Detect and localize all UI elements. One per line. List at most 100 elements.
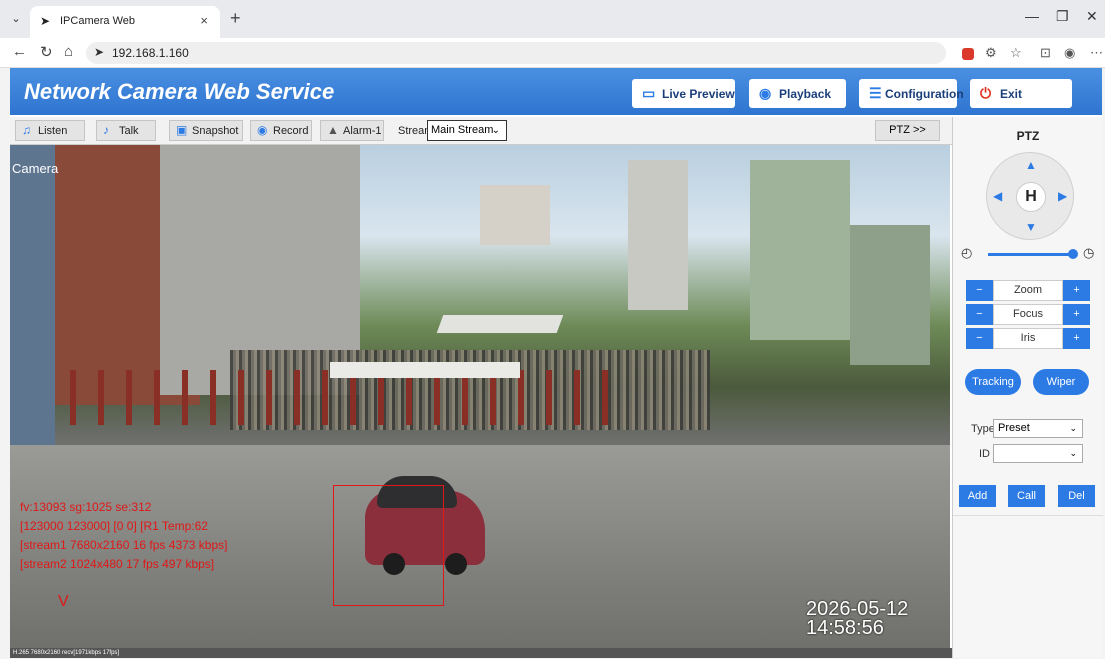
home-icon[interactable]: ⌂	[64, 43, 73, 60]
live-preview-label: Live Preview	[662, 87, 735, 101]
app-header: Network Camera Web Service ▭ Live Previe…	[10, 68, 1102, 115]
stream-select-value: Main Stream	[431, 124, 494, 136]
configuration-button[interactable]: ☰ Configuration	[859, 79, 964, 108]
url-field[interactable]: ➤ 192.168.1.160	[86, 42, 946, 64]
tab-close-icon[interactable]: ×	[200, 13, 208, 28]
window-close-icon[interactable]: ✕	[1086, 8, 1098, 25]
tab-list-dropdown-icon[interactable]: ⌄	[6, 10, 26, 28]
osd-timestamp: 2026-05-12 14:58:56	[806, 598, 909, 639]
app-title: Network Camera Web Service	[24, 79, 335, 104]
chevron-down-icon: ⌄	[1069, 423, 1077, 433]
ptz-home-button[interactable]: H	[1016, 182, 1046, 212]
osd-line: fv:13093 sg:1025 se:312	[20, 500, 152, 514]
extensions-icon[interactable]: ⚙	[985, 45, 997, 61]
zoom-out-button[interactable]: −	[966, 280, 993, 301]
playback-button[interactable]: ◉ Playback	[749, 79, 846, 108]
zoom-in-button[interactable]: +	[1063, 280, 1090, 301]
focus-label: Focus	[993, 304, 1063, 325]
listen-label: Listen	[38, 125, 68, 137]
snapshot-label: Snapshot	[192, 125, 239, 137]
speed-knob[interactable]	[1068, 249, 1078, 259]
focus-control: − Focus +	[966, 304, 1090, 325]
browser-tab[interactable]: ➤ IPCamera Web ×	[30, 6, 220, 38]
building	[10, 145, 55, 445]
extension-icon[interactable]	[962, 48, 974, 60]
reload-icon[interactable]: ↻	[40, 43, 53, 61]
collections-icon[interactable]: ⊡	[1040, 45, 1051, 61]
live-video[interactable]: Camera fv:13093 sg:1025 se:312 [123000 1…	[10, 145, 950, 648]
call-preset-button[interactable]: Call	[1008, 485, 1045, 507]
add-preset-button[interactable]: Add	[959, 485, 996, 507]
osd-line: [123000 123000] [0 0] [R1 Temp:62	[20, 519, 208, 533]
video-toolbar: ♫ Listen ♪ Talk ▣ Snapshot ◉ Record ▲ Al…	[10, 117, 952, 145]
building	[850, 225, 930, 365]
pan-down-icon[interactable]: ▼	[1025, 220, 1037, 234]
minimize-icon[interactable]: —	[1025, 8, 1039, 24]
pan-right-icon[interactable]: ▶	[1058, 189, 1067, 203]
configuration-label: Configuration	[885, 87, 964, 101]
back-icon[interactable]: ←	[12, 43, 27, 60]
preset-type-select[interactable]: Preset ⌄	[993, 419, 1083, 438]
ptz-panel: PTZ ▲ ▼ ◀ ▶ H ◴ ◷ − Zoom + − Focus + − I…	[952, 117, 1103, 658]
zoom-label: Zoom	[993, 280, 1063, 301]
headphones-icon: ♫	[22, 123, 31, 137]
focus-far-button[interactable]: +	[1063, 304, 1090, 325]
osd-camera-label: Camera	[12, 161, 59, 176]
ptz-toggle-button[interactable]: PTZ >>	[875, 120, 940, 141]
browser-tabbar: ⌄ ➤ IPCamera Web × + — ❐ ✕	[0, 0, 1105, 38]
snapshot-button[interactable]: ▣ Snapshot	[169, 120, 243, 141]
focus-near-button[interactable]: −	[966, 304, 993, 325]
record-button[interactable]: ◉ Record	[250, 120, 312, 141]
delete-preset-button[interactable]: Del	[1058, 485, 1095, 507]
exit-button[interactable]: ⏻ Exit	[970, 79, 1072, 108]
talk-label: Talk	[119, 125, 139, 137]
fence	[70, 370, 630, 425]
stream-status: H.265 7680x2160 recv[1971kbps 17fps]	[10, 648, 952, 658]
exit-label: Exit	[1000, 87, 1023, 101]
monitor-icon: ▭	[642, 85, 656, 101]
address-bar: ← ↻ ⌂ ➤ 192.168.1.160 ⚙ ☆ ⊡ ◉ ⋯	[0, 38, 1105, 68]
car-wheel	[445, 553, 467, 575]
iris-close-button[interactable]: −	[966, 328, 993, 349]
profile-icon[interactable]: ◉	[1064, 45, 1075, 61]
microphone-icon: ♪	[103, 123, 109, 137]
building	[628, 160, 688, 310]
more-icon[interactable]: ⋯	[1090, 45, 1103, 61]
stream-select[interactable]: Main Stream ⌄	[427, 120, 507, 141]
ptz-dpad: ▲ ▼ ◀ ▶ H	[986, 152, 1074, 240]
wiper-button[interactable]: Wiper	[1033, 369, 1089, 395]
alarm-button[interactable]: ▲ Alarm-1	[320, 120, 384, 141]
fast-speed-icon: ◷	[1083, 245, 1095, 260]
alarm-label: Alarm-1	[343, 125, 382, 137]
iris-open-button[interactable]: +	[1063, 328, 1090, 349]
divider	[953, 515, 1103, 516]
osd-v: V	[58, 593, 69, 610]
preset-id-select[interactable]: ⌄	[993, 444, 1083, 463]
ptz-title: PTZ	[1016, 129, 1040, 143]
restore-icon[interactable]: ❐	[1056, 8, 1069, 25]
ptz-speed-slider[interactable]: ◴ ◷	[961, 245, 1095, 263]
live-preview-button[interactable]: ▭ Live Preview	[632, 79, 735, 108]
slow-speed-icon: ◴	[961, 245, 973, 260]
zoom-control: − Zoom +	[966, 280, 1090, 301]
playback-label: Playback	[779, 87, 832, 101]
tab-title: IPCamera Web	[60, 15, 135, 27]
type-label: Type	[971, 423, 995, 435]
tracking-button[interactable]: Tracking	[965, 369, 1021, 395]
listen-button[interactable]: ♫ Listen	[15, 120, 85, 141]
new-tab-button[interactable]: +	[230, 8, 241, 29]
alarm-icon: ▲	[327, 123, 339, 137]
pan-up-icon[interactable]: ▲	[1025, 158, 1037, 172]
pan-left-icon[interactable]: ◀	[993, 189, 1002, 203]
building	[480, 185, 550, 245]
iris-label: Iris	[993, 328, 1063, 349]
camera-web-app: Network Camera Web Service ▭ Live Previe…	[10, 68, 1103, 658]
chevron-down-icon: ⌄	[1069, 448, 1077, 458]
osd-line: [stream1 7680x2160 16 fps 4373 kbps]	[20, 538, 228, 552]
favorites-icon[interactable]: ☆	[1010, 45, 1022, 61]
talk-button[interactable]: ♪ Talk	[96, 120, 156, 141]
osd-info: fv:13093 sg:1025 se:312 [123000 123000] …	[20, 498, 227, 574]
site-info-icon[interactable]: ➤	[94, 45, 104, 59]
iris-control: − Iris +	[966, 328, 1090, 349]
record-icon: ◉	[257, 123, 268, 137]
